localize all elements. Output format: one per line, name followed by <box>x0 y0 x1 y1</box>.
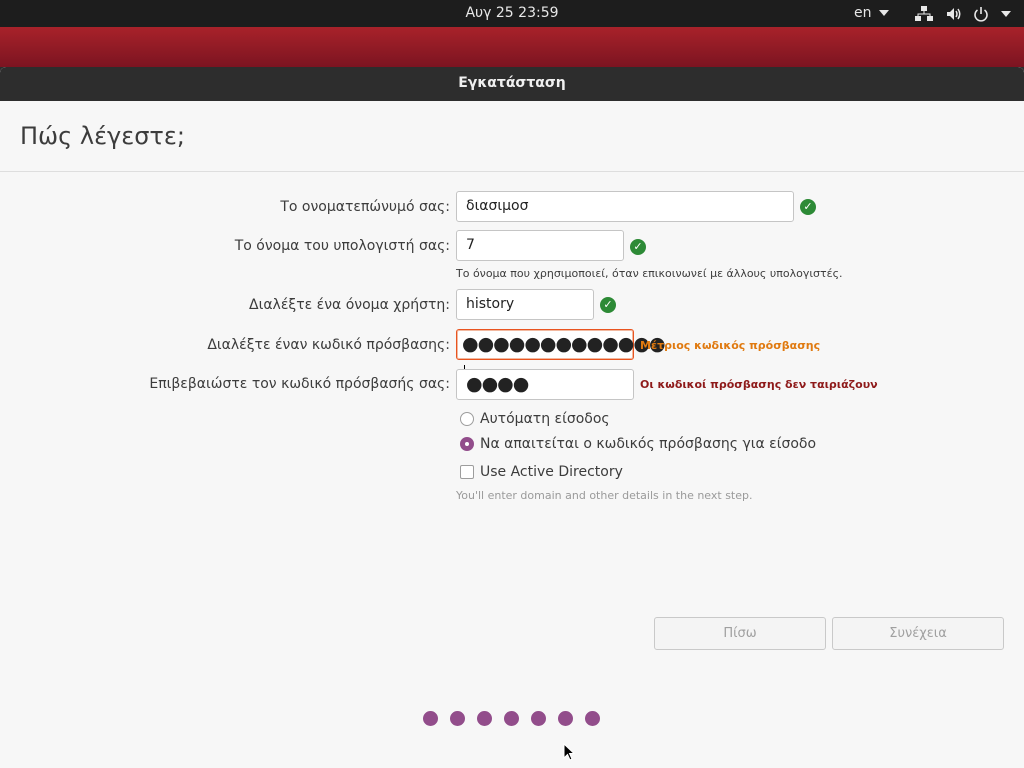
progress-step-dot <box>423 711 438 726</box>
require-password-label: Να απαιτείται ο κωδικός πρόσβασης για εί… <box>480 436 817 452</box>
hostname-valid-icon: ✓ <box>630 239 646 255</box>
confirm-masked: ●●●● <box>466 373 529 395</box>
radio-selected-icon <box>460 437 474 451</box>
hostname-input[interactable]: 7 <box>456 230 624 261</box>
active-directory-label: Use Active Directory <box>480 464 623 480</box>
confirm-label: Επιβεβαιώστε τον κωδικό πρόσβασής σας: <box>149 376 450 392</box>
page-title: Πώς λέγεστε; <box>20 122 185 150</box>
progress-step-dot <box>531 711 546 726</box>
progress-step-dot <box>450 711 465 726</box>
username-valid-icon: ✓ <box>600 297 616 313</box>
username-input[interactable]: history <box>456 289 594 320</box>
mouse-pointer-icon <box>563 743 576 761</box>
progress-step-dot <box>477 711 492 726</box>
progress-step-dot <box>504 711 519 726</box>
fullname-valid-icon: ✓ <box>800 199 816 215</box>
window-title: Εγκατάσταση <box>0 67 1024 101</box>
password-input[interactable]: ●●●●●●●●●●●●● <box>456 329 666 382</box>
username-label: Διαλέξτε ένα όνομα χρήστη: <box>249 297 450 313</box>
back-button[interactable]: Πίσω <box>654 617 826 650</box>
active-directory-note: You'll enter domain and other details in… <box>456 489 753 502</box>
chevron-down-icon <box>878 10 889 16</box>
confirm-password-input[interactable]: ●●●● <box>456 369 634 400</box>
installer-window: Εγκατάσταση Πώς λέγεστε; Το ονοματεπώνυμ… <box>0 67 1024 768</box>
language-indicator[interactable]: en <box>854 5 889 21</box>
radio-unselected-icon <box>460 412 474 426</box>
progress-step-dot <box>558 711 573 726</box>
power-icon[interactable] <box>972 5 990 23</box>
auto-login-label: Αυτόματη είσοδος <box>480 411 610 427</box>
fullname-input[interactable]: διασιμοσ <box>456 191 794 222</box>
password-mismatch-error: Οι κωδικοί πρόσβασης δεν ταιριάζουν <box>640 378 878 391</box>
desktop-background <box>0 27 1024 67</box>
progress-step-dot <box>585 711 600 726</box>
fullname-label: Το ονοματεπώνυμό σας: <box>280 199 450 215</box>
network-icon[interactable] <box>915 5 933 23</box>
checkbox-icon <box>460 465 474 479</box>
language-label: en <box>854 5 872 21</box>
hostname-hint: Το όνομα που χρησιμοποιεί, όταν επικοινω… <box>456 267 843 280</box>
continue-button[interactable]: Συνέχεια <box>832 617 1004 650</box>
system-menu-chevron-icon[interactable] <box>1001 11 1011 17</box>
password-label: Διαλέξτε έναν κωδικό πρόσβασης: <box>207 337 450 353</box>
require-password-radio[interactable]: Να απαιτείται ο κωδικός πρόσβασης για εί… <box>460 436 816 452</box>
active-directory-checkbox[interactable]: Use Active Directory <box>460 464 623 480</box>
password-masked: ●●●●●●●●●●●●● <box>462 333 666 355</box>
password-strength: Μέτριος κωδικός πρόσβασης <box>640 339 821 352</box>
top-bar: Αυγ 25 23:59 en <box>0 0 1024 27</box>
auto-login-radio[interactable]: Αυτόματη είσοδος <box>460 411 610 427</box>
volume-icon[interactable] <box>945 5 963 23</box>
hostname-label: Το όνομα του υπολογιστή σας: <box>234 238 450 254</box>
